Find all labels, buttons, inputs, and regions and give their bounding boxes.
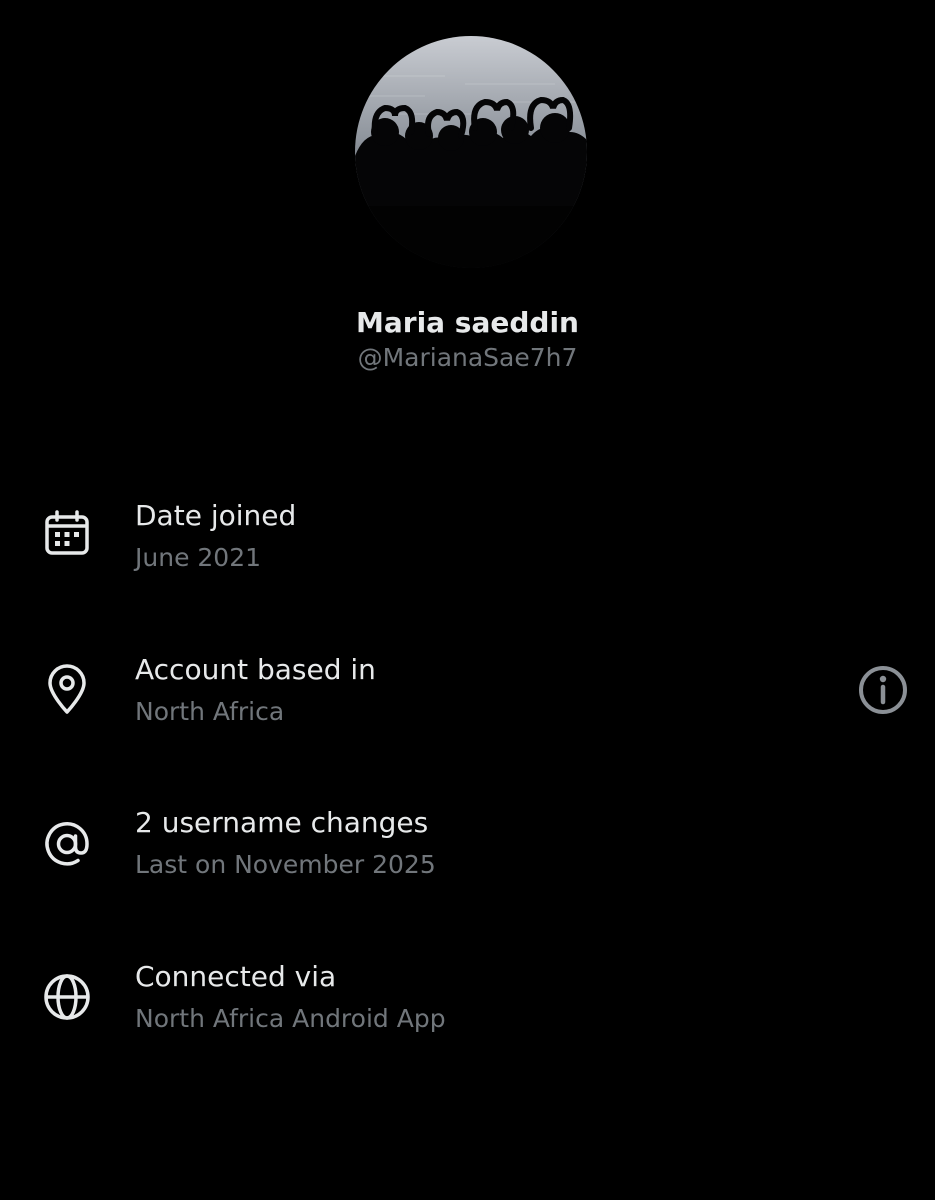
- account-based-in-label: Account based in: [135, 653, 376, 686]
- info-icon[interactable]: [855, 662, 911, 718]
- date-joined-row: Date joined June 2021: [0, 496, 935, 606]
- date-joined-value: June 2021: [135, 543, 262, 572]
- calendar-icon: [40, 506, 94, 560]
- account-based-in-row: Account based in North Africa: [0, 650, 935, 760]
- profile-display-name: Maria saeddin: [356, 306, 579, 339]
- connected-via-label: Connected via: [135, 960, 337, 993]
- connected-via-row: Connected via North Africa Android App: [0, 957, 935, 1067]
- at-sign-icon: [40, 817, 94, 871]
- location-pin-icon: [40, 662, 94, 716]
- account-based-in-value: North Africa: [135, 697, 285, 726]
- globe-icon: [40, 970, 94, 1024]
- username-changes-row: 2 username changes Last on November 2025: [0, 803, 935, 913]
- connected-via-value: North Africa Android App: [135, 1004, 446, 1033]
- profile-avatar[interactable]: [355, 36, 587, 268]
- username-changes-label: 2 username changes: [135, 806, 429, 839]
- profile-handle: @MarianaSae7h7: [357, 343, 578, 372]
- avatar-photo: [355, 36, 587, 268]
- date-joined-label: Date joined: [135, 499, 297, 532]
- username-changes-value: Last on November 2025: [135, 850, 436, 879]
